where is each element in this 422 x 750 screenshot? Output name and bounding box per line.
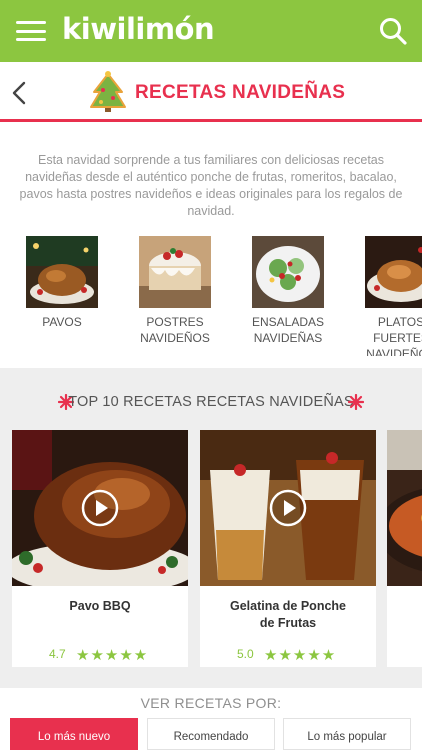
category-label: ENSALADAS NAVIDEÑAS [251,315,325,345]
category-label: PAVOS [42,315,82,329]
category-image [365,236,422,308]
logo[interactable]: kiwilimón [62,12,215,46]
collection-description: Esta navidad sorprende a tus familiares … [19,153,403,218]
play-icon[interactable] [81,489,119,527]
rating-value: 4.7 [49,647,66,661]
top-recipes-section: TOP 10 RECETAS RECETAS NAVIDEÑAS Pavo BB… [0,368,422,688]
rating-value: 5.0 [237,647,254,661]
recipe-carousel[interactable]: Pavo BBQ 4.7 ★★★★★ Gelatina de Ponche de… [12,430,422,670]
chevron-left-icon[interactable] [10,80,30,106]
recipe-image [200,430,376,586]
play-icon[interactable] [269,489,307,527]
category-carousel[interactable]: PAVOS POSTRES NAVIDEÑOS ENSALADAS NAVIDE… [0,236,422,356]
sort-recommended-button[interactable]: Recomendado [147,718,275,750]
star-rating-icon: ★★★★★ [76,647,149,664]
christmas-tree-icon [88,70,128,114]
category-label: POSTRES NAVIDEÑOS [140,315,210,345]
recipe-card[interactable]: Pavo BBQ 4.7 ★★★★★ [12,430,188,667]
app-bar: kiwilimón [0,0,422,62]
category-label: PLATOS FUERTES NAVIDEÑOS [366,315,422,356]
category-postres-navidenos[interactable]: POSTRES NAVIDEÑOS [125,236,225,346]
search-icon[interactable] [378,16,408,46]
star-rating-icon: ★★★★★ [264,647,337,664]
recipe-image [12,430,188,586]
category-pavos[interactable]: PAVOS [12,236,112,330]
page-title: RECETAS NAVIDEÑAS [135,82,346,103]
category-image [139,236,211,308]
category-platos-fuertes-navidenos[interactable]: PLATOS FUERTES NAVIDEÑOS [351,236,422,356]
category-image [26,236,98,308]
category-ensaladas-navidenas[interactable]: ENSALADAS NAVIDEÑAS [238,236,338,346]
category-image [252,236,324,308]
recipe-image [387,430,422,586]
sort-options: Lo más nuevo Recomendado Lo más popular [10,718,422,750]
title-divider [0,119,422,122]
sort-label: VER RECETAS POR: [140,695,282,711]
recipe-card[interactable]: Gelatina de Ponche de Frutas 5.0 ★★★★★ [200,430,376,667]
page-header: RECETAS NAVIDEÑAS [0,62,422,122]
recipe-card[interactable] [387,430,422,667]
hamburger-menu-icon[interactable] [16,19,46,43]
sort-popular-button[interactable]: Lo más popular [283,718,411,750]
snowflake-icon [347,393,365,411]
recipe-name: Gelatina de Ponche de Frutas [229,599,346,630]
recipe-name: Pavo BBQ [69,599,131,613]
sort-newest-button[interactable]: Lo más nuevo [10,718,138,750]
